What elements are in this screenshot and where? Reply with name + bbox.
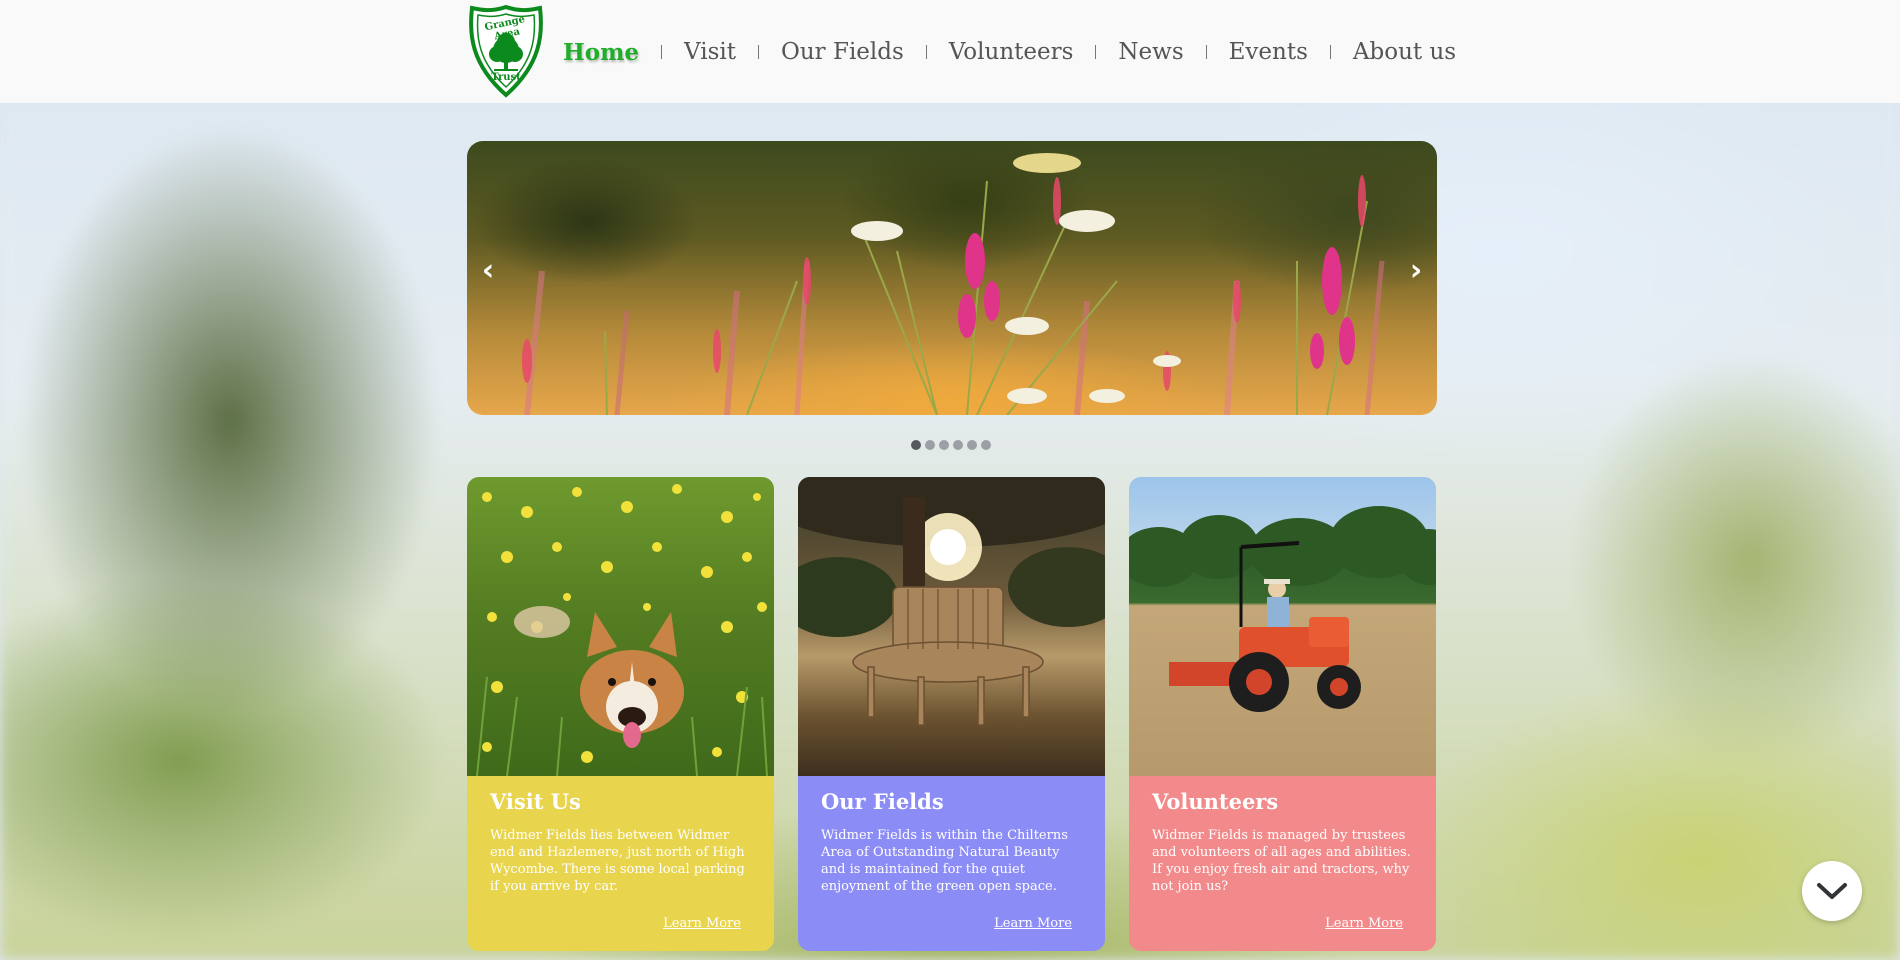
slider-dots [911, 440, 991, 450]
card-text: Widmer Fields lies between Widmer end an… [490, 828, 745, 894]
slider-dot[interactable] [939, 440, 949, 450]
nav-divider [1205, 45, 1207, 59]
slider-next-button[interactable]: › [1401, 251, 1431, 291]
card-text: Widmer Fields is managed by trustees and… [1152, 828, 1411, 894]
card-title: Volunteers [1152, 789, 1279, 814]
main-nav: Home Visit Our Fields Volunteers News Ev… [563, 34, 1456, 70]
nav-divider [758, 45, 760, 59]
nav-divider [1329, 45, 1331, 59]
chevron-down-icon [1817, 883, 1847, 899]
card-image-tractor [1129, 477, 1436, 776]
corgi [514, 606, 684, 748]
learn-more-link[interactable]: Learn More [1325, 916, 1403, 931]
slider-dot[interactable] [981, 440, 991, 450]
slider-dot[interactable] [967, 440, 977, 450]
feature-cards: Visit Us Widmer Fields lies between Widm… [467, 477, 1436, 951]
card-title: Visit Us [490, 789, 581, 814]
site-logo[interactable]: Grange Area Trust [467, 4, 545, 98]
card-title: Our Fields [821, 789, 944, 814]
card-body: Visit Us Widmer Fields lies between Widm… [467, 776, 774, 951]
nav-item-our-fields[interactable]: Our Fields [781, 39, 904, 65]
scroll-down-button[interactable] [1802, 861, 1862, 921]
site-header: Grange Area Trust Home Visit Our Fields … [0, 0, 1900, 103]
hero-slider: ‹ › [467, 141, 1437, 415]
card-volunteers[interactable]: Volunteers Widmer Fields is managed by t… [1129, 477, 1436, 951]
card-visit-us[interactable]: Visit Us Widmer Fields lies between Widm… [467, 477, 774, 951]
slide-image [522, 153, 1385, 415]
card-body: Our Fields Widmer Fields is within the C… [798, 776, 1105, 951]
nav-divider [661, 45, 663, 59]
card-our-fields[interactable]: Our Fields Widmer Fields is within the C… [798, 477, 1105, 951]
nav-item-visit[interactable]: Visit [684, 39, 736, 65]
card-image-corgi [467, 477, 774, 776]
nav-item-events[interactable]: Events [1229, 39, 1308, 65]
card-text: Widmer Fields is within the Chilterns Ar… [821, 828, 1068, 894]
learn-more-link[interactable]: Learn More [663, 916, 741, 931]
logo-text-bottom: Trust [491, 72, 521, 83]
nav-divider [1095, 45, 1097, 59]
slider-dot[interactable] [911, 440, 921, 450]
slider-dot[interactable] [953, 440, 963, 450]
nav-item-home[interactable]: Home [563, 39, 639, 66]
nav-item-volunteers[interactable]: Volunteers [949, 39, 1074, 65]
card-body: Volunteers Widmer Fields is managed by t… [1129, 776, 1436, 951]
slider-prev-button[interactable]: ‹ [473, 251, 503, 291]
nav-item-about-us[interactable]: About us [1353, 39, 1456, 65]
nav-divider [925, 45, 927, 59]
slider-dot[interactable] [925, 440, 935, 450]
card-image-tree-bench [798, 477, 1105, 776]
nav-item-news[interactable]: News [1118, 39, 1183, 65]
learn-more-link[interactable]: Learn More [994, 916, 1072, 931]
